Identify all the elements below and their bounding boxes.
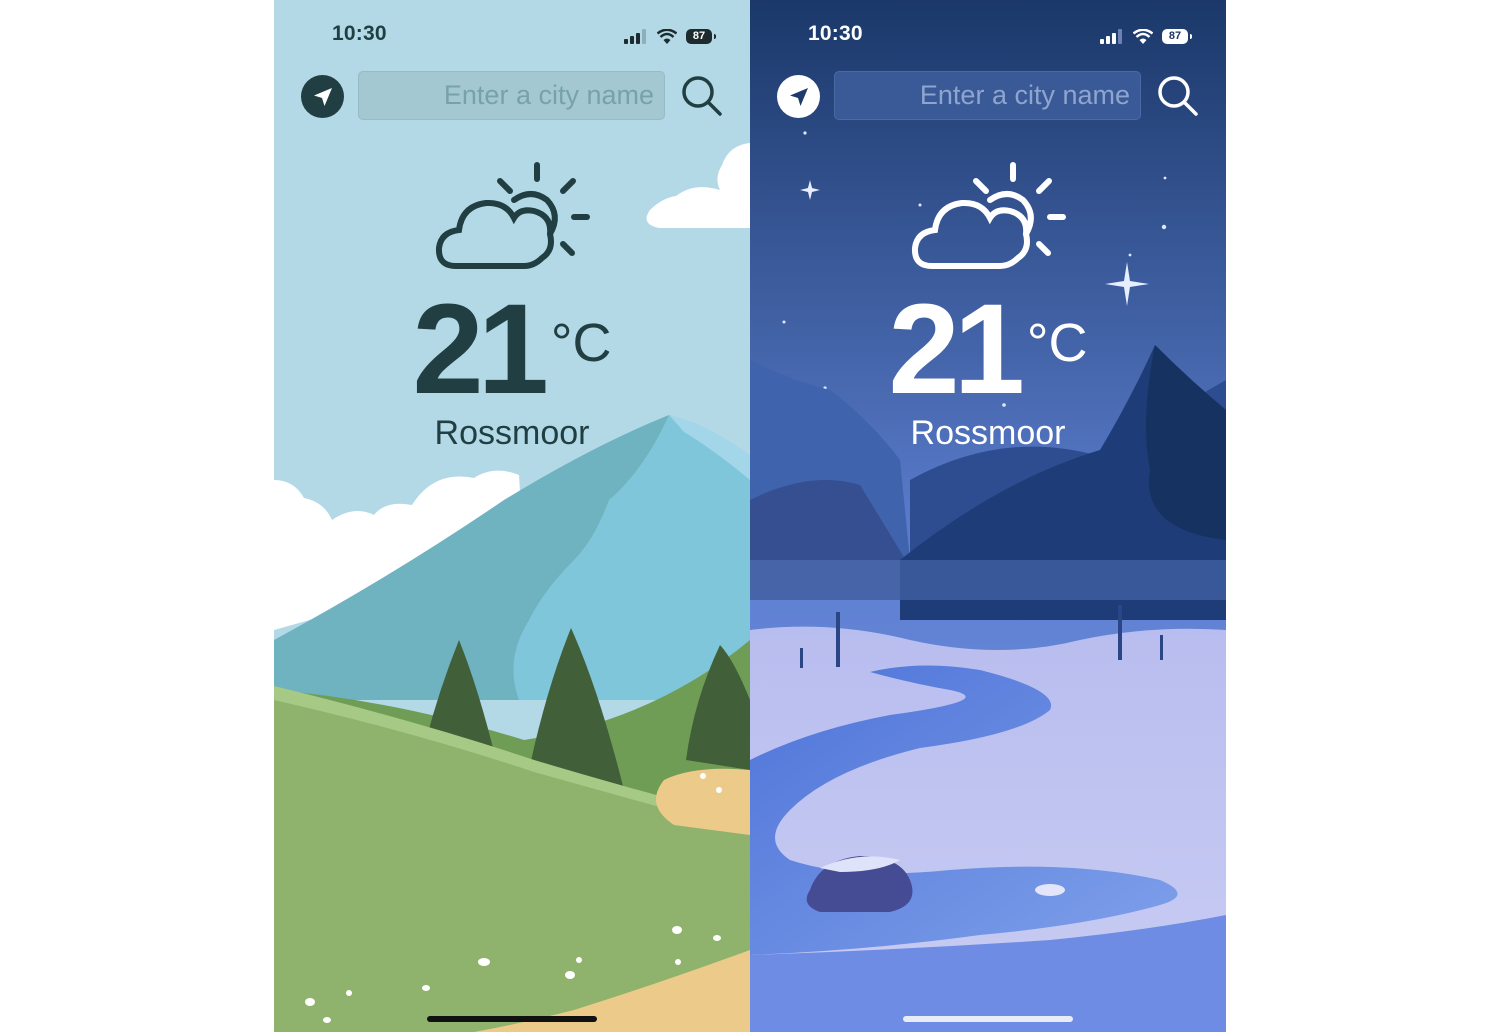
location-arrow-icon <box>313 87 332 106</box>
wifi-icon <box>1133 28 1153 44</box>
temperature-display: 21 °C <box>274 286 750 414</box>
temperature-unit: °C <box>550 313 612 373</box>
city-name: Rossmoor <box>910 414 1066 452</box>
status-icons: 87 <box>624 26 716 46</box>
city-name: Rossmoor <box>434 414 590 452</box>
current-location-button[interactable] <box>777 75 820 118</box>
wifi-icon <box>657 28 677 44</box>
status-icons: 87 <box>1100 26 1192 46</box>
search-button[interactable] <box>1156 74 1200 118</box>
city-search-input[interactable] <box>834 71 1141 120</box>
search-icon <box>1158 76 1198 116</box>
city-search-input[interactable] <box>358 71 665 120</box>
cellular-signal-icon <box>1100 28 1122 44</box>
temperature-value: 21 <box>888 278 1025 421</box>
home-indicator <box>427 1016 597 1022</box>
day-landscape-illustration <box>274 0 750 1032</box>
battery-indicator: 87 <box>686 28 716 44</box>
night-screen: 10:30 87 Enter a city name 21 °C Rossmoo… <box>750 0 1226 1032</box>
battery-indicator: 87 <box>1162 28 1192 44</box>
current-location-button[interactable] <box>301 75 344 118</box>
cellular-signal-icon <box>624 28 646 44</box>
search-icon <box>682 76 722 116</box>
temperature-unit: °C <box>1026 313 1088 373</box>
partly-cloudy-icon <box>911 162 1066 269</box>
temperature-display: 21 °C <box>750 286 1226 414</box>
status-time: 10:30 <box>332 22 387 45</box>
home-indicator <box>903 1016 1073 1022</box>
night-landscape-illustration <box>750 0 1226 1032</box>
search-button[interactable] <box>680 74 724 118</box>
status-time: 10:30 <box>808 22 863 45</box>
location-arrow-icon <box>789 87 808 106</box>
partly-cloudy-icon <box>435 162 590 269</box>
day-screen: 10:30 87 Enter a city name 21 °C Rossmoo… <box>274 0 750 1032</box>
temperature-value: 21 <box>412 278 549 421</box>
